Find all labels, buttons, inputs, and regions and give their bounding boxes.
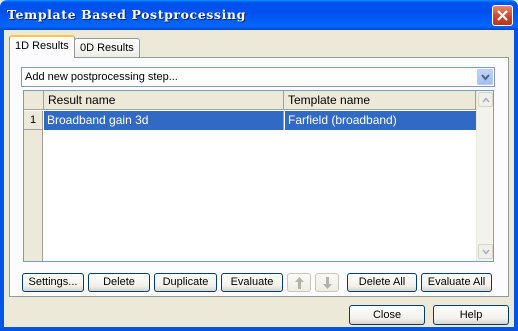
delete-all-button[interactable]: Delete All — [347, 273, 417, 292]
close-icon — [497, 10, 508, 21]
chevron-up-icon — [482, 97, 490, 103]
column-header-result-name[interactable]: Result name — [44, 91, 284, 110]
move-up-button[interactable] — [287, 273, 311, 292]
scroll-up-button[interactable] — [478, 92, 493, 107]
tab-0d-results[interactable]: 0D Results — [74, 38, 140, 58]
row-header-strip — [24, 130, 43, 261]
grid-vertical-scrollbar[interactable] — [476, 91, 493, 261]
dropdown-button[interactable] — [477, 69, 493, 85]
tab-1d-results[interactable]: 1D Results — [9, 35, 75, 58]
window-title: Template Based Postprocessing — [7, 7, 246, 22]
add-step-dropdown-value: Add new postprocessing step... — [25, 71, 178, 83]
arrow-up-icon — [295, 277, 304, 289]
cell-template-name[interactable]: Farfield (broadband) — [285, 111, 476, 130]
evaluate-all-button[interactable]: Evaluate All — [421, 273, 492, 292]
delete-button[interactable]: Delete — [88, 273, 150, 292]
evaluate-button[interactable]: Evaluate — [221, 273, 283, 292]
scroll-down-button[interactable] — [478, 244, 493, 259]
chevron-down-icon — [481, 74, 490, 81]
window-frame-bottom — [0, 327, 518, 331]
grid-corner-header — [24, 91, 44, 110]
window-close-button[interactable] — [492, 5, 513, 26]
help-button[interactable]: Help — [433, 305, 509, 325]
arrow-down-icon — [323, 277, 332, 289]
move-down-button[interactable] — [315, 273, 339, 292]
close-button[interactable]: Close — [349, 305, 425, 325]
window-frame-left — [0, 30, 4, 331]
row-number[interactable]: 1 — [24, 111, 43, 130]
chevron-down-icon — [482, 249, 490, 255]
window-frame-right — [514, 30, 518, 331]
settings-button[interactable]: Settings... — [22, 273, 84, 292]
cell-result-name[interactable]: Broadband gain 3d — [44, 111, 284, 130]
title-bar[interactable]: Template Based Postprocessing — [0, 0, 518, 30]
results-grid[interactable]: Result name Template name 1 Broadband ga… — [23, 90, 494, 262]
column-header-template-name[interactable]: Template name — [284, 91, 476, 110]
add-step-dropdown[interactable]: Add new postprocessing step... — [21, 67, 495, 87]
duplicate-button[interactable]: Duplicate — [154, 273, 217, 292]
